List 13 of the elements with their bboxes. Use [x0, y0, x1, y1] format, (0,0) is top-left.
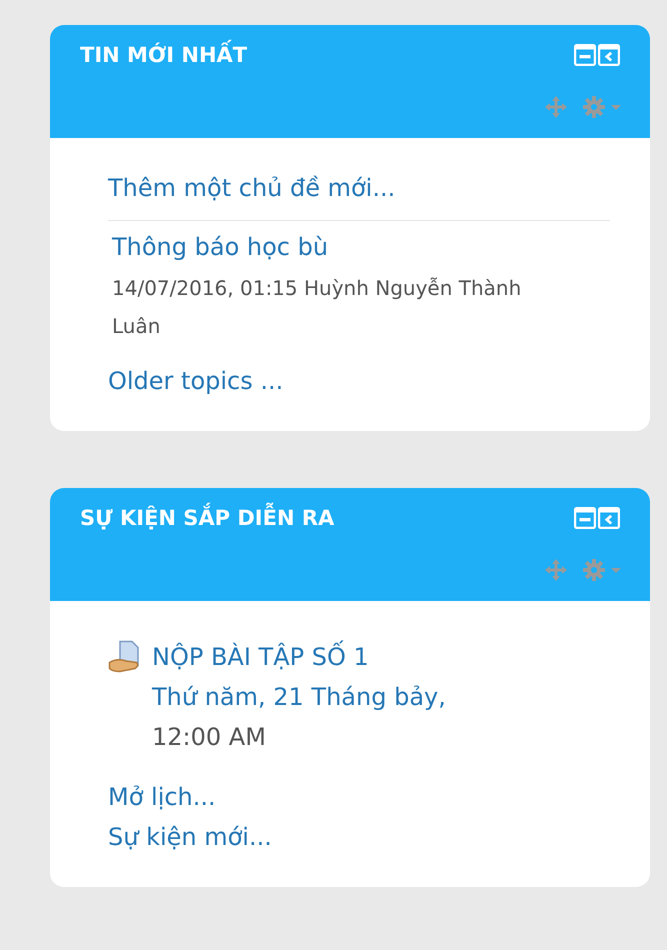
event-link[interactable]: NỘP BÀI TẬP SỐ 1: [152, 637, 446, 677]
collapse-icon[interactable]: [574, 507, 596, 529]
event-date: Thứ năm, 21 Tháng bảy,: [152, 682, 446, 713]
footer-link[interactable]: Older topics ...: [108, 361, 610, 401]
footer-link[interactable]: Mở lịch...: [108, 777, 610, 817]
post-subject-link[interactable]: Thông báo học bù: [112, 225, 610, 269]
collapse-icon[interactable]: [574, 44, 596, 66]
footer-link[interactable]: Sự kiện mới...: [108, 817, 610, 857]
event-time: 12:00 AM: [152, 722, 267, 753]
post-meta: 14/07/2016, 01:15 Huỳnh Nguyễn Thành Luân: [112, 275, 522, 340]
add-topic-link[interactable]: Thêm một chủ đề mới...: [108, 168, 610, 221]
dock-icon[interactable]: [598, 44, 620, 66]
dock-icon[interactable]: [598, 507, 620, 529]
